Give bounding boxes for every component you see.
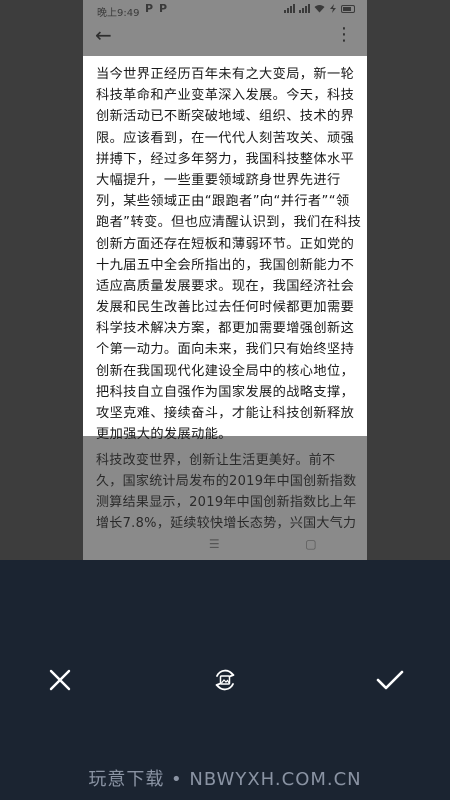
- text-line: 科技改变世界，创新让生活更美好。前不: [96, 453, 336, 468]
- cropped-text: 当今世界正经历百年未有之大变局，新一轮 科技革命和产业变革深入发展。今天，科技 …: [96, 64, 362, 445]
- text-line: 科技革命和产业变革深入发展。今天，科技: [96, 88, 355, 104]
- text-line: 创新活动已不断突破地域、组织、技术的界: [96, 109, 355, 125]
- text-line: 限。应该看到，在一代代人刻苦攻关、顽强: [96, 130, 355, 146]
- menu-icon: ☰: [208, 537, 220, 551]
- status-time: 晚上9:49: [97, 8, 140, 19]
- text-line: 大幅提升，一些重要领域跻身世界先进行: [96, 172, 341, 188]
- notification-icon: P: [159, 2, 168, 15]
- text-line: 更加强大的发展动能。: [96, 427, 232, 443]
- image-preview: 晚上9:49 P P ← ⋮ ☰ ▢ ‹ 科技改变世界，创新让生活更美好。前不 …: [0, 0, 450, 560]
- text-line: 攻坚克难、接续奋斗，才能让科技创新释放: [96, 406, 355, 421]
- crop-region[interactable]: 当今世界正经历百年未有之大变局，新一轮 科技革命和产业变革深入发展。今天，科技 …: [83, 56, 367, 442]
- checkmark-icon: [376, 670, 404, 690]
- battery-icon: [341, 4, 355, 13]
- notification-icon: P: [145, 2, 154, 15]
- cancel-button[interactable]: [38, 658, 82, 702]
- left-margin: [0, 0, 83, 560]
- text-line: 拼搏下，经过多年努力，我国科技整体水平: [96, 151, 355, 167]
- right-margin: [367, 0, 450, 560]
- text-line: 创新在我国现代化建设全局中的核心地位，: [96, 363, 355, 379]
- text-line: 创新方面还存在短板和薄弱环节。正如党的: [96, 236, 355, 252]
- rotate-image-icon: [215, 669, 235, 691]
- text-line: 增长7.8%，延续较快增长态势，兴国大气力: [96, 516, 357, 531]
- rotate-button[interactable]: [203, 658, 247, 702]
- text-line: 把科技自立自强作为国家发展的战略支撑，: [96, 384, 355, 400]
- status-icons: [284, 4, 355, 13]
- home-square-icon: ▢: [305, 537, 317, 551]
- watermark-text: 玩意下载 • NBWYXH.COM.CN: [88, 769, 362, 790]
- back-arrow-icon: ←: [95, 23, 112, 47]
- text-line: 适应高质量发展要求。现在，我国经济社会: [96, 278, 355, 294]
- captured-toolbar: ← ⋮: [83, 20, 367, 50]
- text-line: 科学技术解决方案，都更加需要增强创新这: [96, 321, 355, 337]
- status-bar: 晚上9:49 P P: [83, 0, 367, 20]
- text-line: 久，国家统计局发布的2019年中国创新指数: [96, 474, 357, 489]
- text-outside-crop: 科技改变世界，创新让生活更美好。前不 久，国家统计局发布的2019年中国创新指数…: [96, 450, 360, 534]
- wifi-icon: [314, 5, 325, 13]
- more-vertical-icon: ⋮: [335, 24, 353, 45]
- text-line: 十九届五中全会所指出的，我国创新能力不: [96, 257, 355, 273]
- captured-nav-bar: ☰ ▢ ‹: [166, 530, 367, 558]
- text-line: 当今世界正经历百年未有之大变局，新一轮: [96, 67, 355, 82]
- edit-action-bar: 玩意下载 • NBWYXH.COM.CN: [0, 560, 450, 800]
- text-line: 测算结果显示，2019年中国创新指数比上年: [96, 495, 357, 510]
- text-line: 列，某些领域正由“跟跑者”向“并行者”“领: [96, 194, 350, 210]
- confirm-button[interactable]: [368, 658, 412, 702]
- text-line: 个第一动力。面向未来，我们只有始终坚持: [96, 342, 355, 358]
- close-icon: [49, 669, 71, 691]
- signal-icon: [284, 4, 295, 13]
- charging-icon: [330, 4, 336, 13]
- signal-icon: [299, 4, 310, 13]
- text-line: 跑者”转变。但也应清醒认识到，我们在科技: [96, 215, 362, 231]
- text-line: 发展和民生改善比过去任何时候都更加需要: [96, 300, 355, 316]
